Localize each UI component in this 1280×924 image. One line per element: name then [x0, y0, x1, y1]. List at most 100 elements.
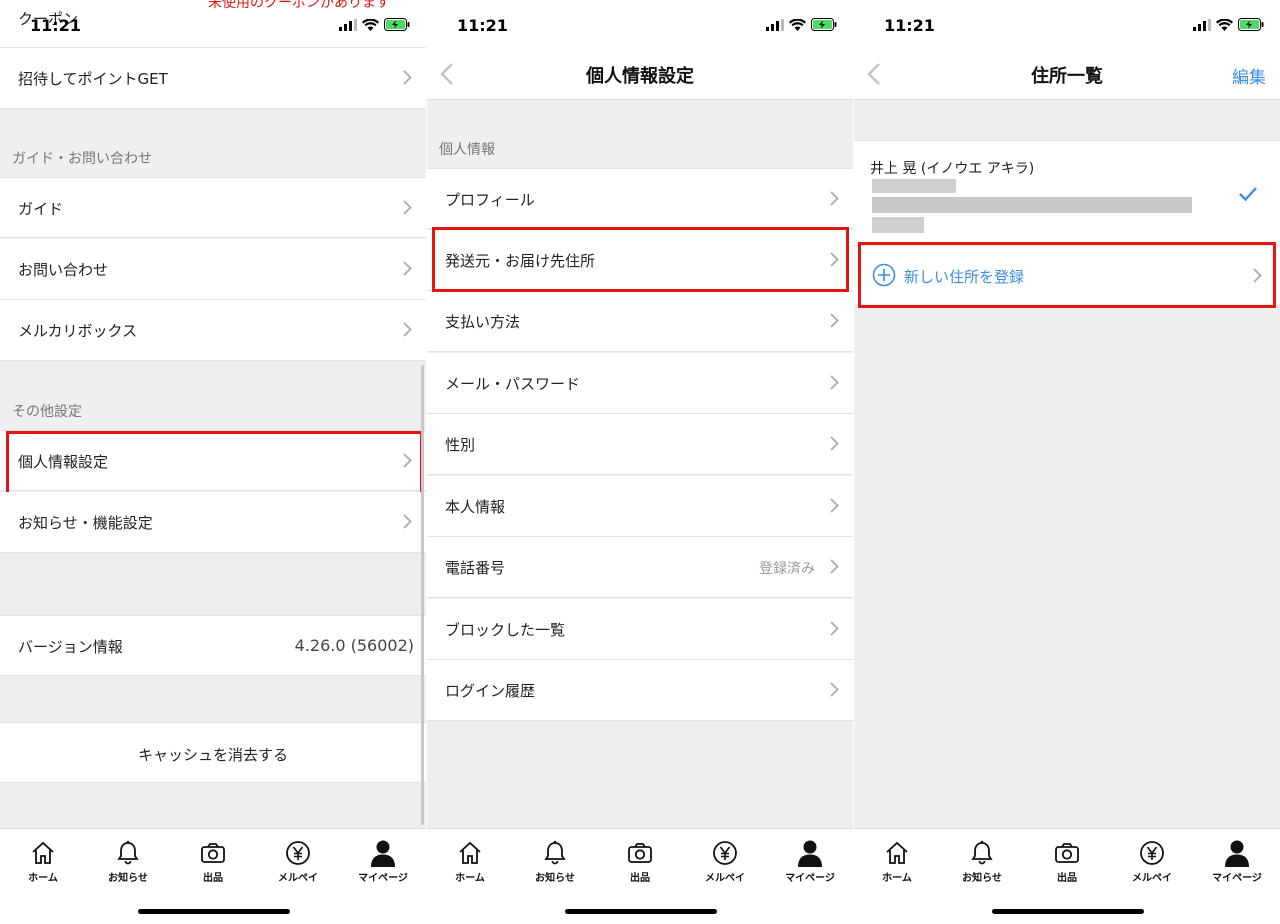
settings-row[interactable]: プロフィール — [427, 168, 853, 229]
chevron-right-icon — [403, 514, 412, 529]
camera-icon — [178, 839, 248, 867]
tab-yen[interactable]: メルペイ — [1117, 839, 1187, 884]
status-time: 11:21 — [457, 16, 508, 35]
status-bar: 11:21 — [427, 0, 853, 48]
settings-row[interactable]: 性別 — [427, 414, 853, 475]
home-indicator[interactable] — [138, 909, 290, 914]
tab-home[interactable]: ホーム — [435, 839, 505, 884]
settings-row-label: プロフィール — [445, 191, 535, 209]
bell-icon — [93, 839, 163, 867]
invite-label: 招待してポイントGET — [18, 70, 168, 88]
home-icon — [435, 839, 505, 867]
page-title: 住所一覧 — [1031, 66, 1103, 87]
tab-person[interactable]: マイページ — [775, 839, 845, 884]
home-icon — [862, 839, 932, 867]
chevron-right-icon — [830, 620, 839, 636]
tab-yen[interactable]: メルペイ — [263, 839, 333, 884]
tab-label: マイページ — [1212, 873, 1262, 884]
tab-home[interactable]: ホーム — [8, 839, 78, 884]
settings-row[interactable]: 電話番号 登録済み — [427, 537, 853, 598]
mercari-box-label: メルカリボックス — [18, 322, 138, 340]
chevron-right-icon — [403, 200, 412, 215]
chevron-right-icon — [830, 436, 839, 451]
tab-bar: ホーム お知らせ 出品 メルペイ マイページ — [854, 828, 1280, 924]
tab-label: メルペイ — [705, 873, 745, 884]
edit-button[interactable]: 編集 — [1232, 63, 1266, 88]
notice-settings-row[interactable]: お知らせ・機能設定 — [0, 492, 426, 553]
tab-label: 出品 — [203, 873, 223, 884]
camera-icon — [605, 839, 675, 867]
chevron-right-icon — [403, 70, 412, 85]
chevron-right-icon — [830, 191, 839, 206]
tab-label: お知らせ — [108, 873, 148, 884]
battery-icon — [1238, 18, 1264, 31]
yen-icon — [263, 839, 333, 867]
clear-cache-row[interactable]: キャッシュを消去する — [0, 722, 426, 783]
home-indicator[interactable] — [565, 909, 717, 914]
checkmark-icon — [1239, 187, 1257, 202]
contact-label: お問い合わせ — [18, 261, 109, 279]
tab-bell[interactable]: お知らせ — [520, 839, 590, 884]
section-guide-title: ガイド・お問い合わせ — [12, 151, 152, 167]
tab-camera[interactable]: 出品 — [178, 839, 248, 884]
settings-row[interactable]: ブロックした一覧 — [427, 598, 853, 660]
wifi-icon — [1216, 18, 1233, 31]
mercari-box-row[interactable]: メルカリボックス — [0, 300, 426, 361]
tab-bell[interactable]: お知らせ — [947, 839, 1017, 884]
settings-row-value: 登録済み — [759, 561, 815, 577]
redacted-address-line — [872, 197, 1192, 213]
section-other-title: その他設定 — [12, 404, 82, 420]
status-time: 11:21 — [30, 16, 81, 35]
tab-label: メルペイ — [1132, 873, 1172, 884]
chevron-right-icon — [830, 313, 839, 328]
screen-address-list: 11:21 住所一覧 編集 井上 晃 (イノウエ アキラ) 新しい住所を登録 ホ… — [854, 0, 1280, 924]
highlight-box — [432, 227, 849, 292]
settings-row-label: 本人情報 — [445, 497, 506, 516]
guide-row[interactable]: ガイド — [0, 177, 426, 238]
battery-icon — [384, 18, 410, 31]
tab-person[interactable]: マイページ — [1202, 839, 1272, 884]
tab-camera[interactable]: 出品 — [605, 839, 675, 884]
wifi-icon — [789, 18, 806, 31]
status-bar: 11:21 — [0, 0, 426, 48]
battery-icon — [811, 18, 837, 31]
invite-row[interactable]: 招待してポイントGET — [0, 48, 426, 109]
signal-icon — [766, 18, 784, 31]
screen-my-page-settings: クーポン 未使用のクーポンがあります 11:21 招待してポイントGET ガイド… — [0, 0, 426, 924]
tab-camera[interactable]: 出品 — [1032, 839, 1102, 884]
tab-bell[interactable]: お知らせ — [93, 839, 163, 884]
tab-label: 出品 — [630, 873, 650, 884]
chevron-right-icon — [403, 261, 412, 276]
person-icon — [775, 839, 845, 867]
chevron-right-icon — [830, 682, 839, 697]
tab-label: ホーム — [455, 873, 485, 884]
home-icon — [8, 839, 78, 867]
settings-row[interactable]: メール・パスワード — [427, 352, 853, 414]
person-icon — [1202, 839, 1272, 867]
chevron-right-icon — [830, 559, 839, 574]
settings-row-label: ログイン履歴 — [445, 682, 536, 700]
tab-label: メルペイ — [278, 873, 318, 884]
contact-row[interactable]: お問い合わせ — [0, 239, 426, 300]
home-indicator[interactable] — [992, 909, 1144, 914]
scrollbar[interactable] — [421, 365, 424, 825]
navigation-bar: 個人情報設定 — [427, 48, 853, 100]
settings-row[interactable]: ログイン履歴 — [427, 660, 853, 721]
highlight-box — [858, 242, 1276, 308]
tab-yen[interactable]: メルペイ — [690, 839, 760, 884]
guide-label: ガイド — [18, 200, 64, 218]
tab-label: ホーム — [28, 873, 58, 884]
tab-person[interactable]: マイページ — [348, 839, 418, 884]
settings-row-label: メール・パスワード — [445, 374, 581, 393]
settings-row-label: 性別 — [445, 436, 476, 454]
redacted-postal-code — [872, 179, 956, 193]
camera-icon — [1032, 839, 1102, 867]
address-item[interactable]: 井上 晃 (イノウエ アキラ) — [854, 140, 1280, 246]
signal-icon — [1193, 18, 1211, 31]
settings-row[interactable]: 本人情報 — [427, 475, 853, 537]
settings-row[interactable]: 支払い方法 — [427, 291, 853, 352]
chevron-right-icon — [403, 322, 412, 337]
status-icons — [339, 18, 410, 31]
settings-row-label: ブロックした一覧 — [445, 620, 566, 639]
tab-home[interactable]: ホーム — [862, 839, 932, 884]
